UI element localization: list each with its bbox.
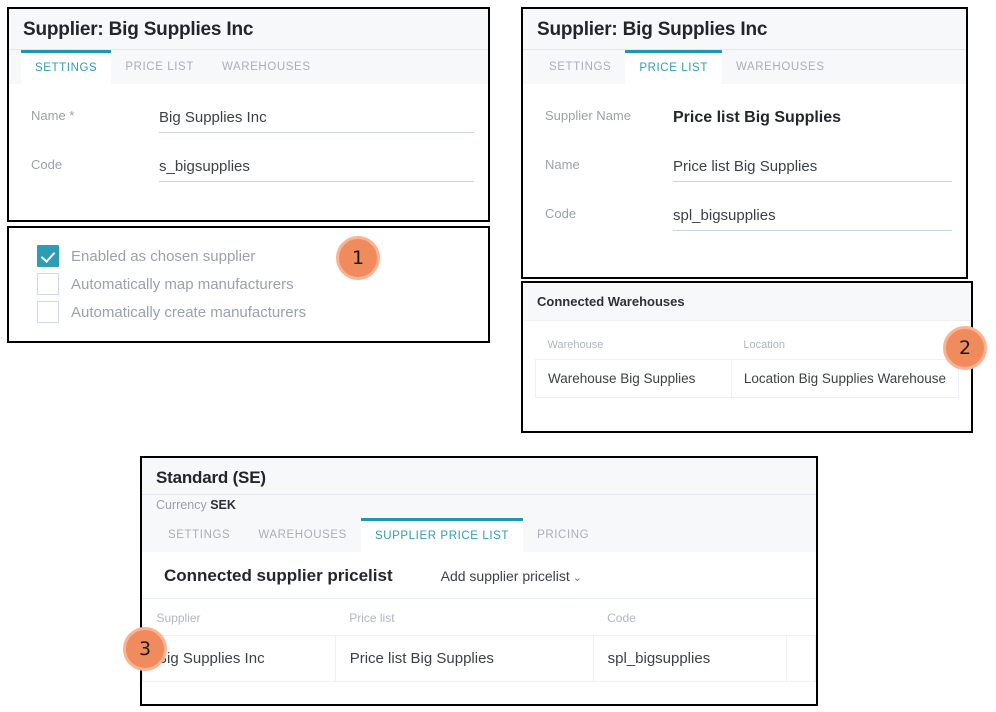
column-header-warehouse: Warehouse bbox=[547, 339, 604, 351]
field-row-name: Name * Big Supplies Inc bbox=[9, 84, 488, 133]
add-supplier-pricelist-label: Add supplier pricelist bbox=[440, 568, 570, 584]
cell-code: spl_bigsupplies bbox=[592, 635, 788, 682]
cell-price-list: Price list Big Supplies bbox=[334, 635, 594, 682]
tab-settings[interactable]: SETTINGS bbox=[21, 50, 112, 84]
panel-header: Supplier: Big Supplies Inc bbox=[9, 9, 488, 50]
tab-warehouses[interactable]: WAREHOUSES bbox=[722, 50, 839, 84]
currency-label: Currency bbox=[156, 498, 207, 512]
checkbox-label: Automatically map manufacturers bbox=[71, 275, 294, 293]
tabbar-supplier-price-list: SETTINGS PRICE LIST WAREHOUSES bbox=[523, 50, 966, 84]
checkbox-label: Enabled as chosen supplier bbox=[71, 247, 256, 265]
cell-actions bbox=[786, 635, 816, 682]
field-row-code: Code spl_bigsupplies bbox=[523, 182, 966, 231]
tab-pricing[interactable]: PRICING bbox=[523, 518, 603, 552]
code-field-input[interactable]: s_bigsupplies bbox=[159, 158, 474, 182]
page-title: Supplier: Big Supplies Inc bbox=[23, 19, 254, 40]
name-field-label: Name bbox=[545, 157, 580, 172]
page-title: Standard (SE) bbox=[156, 468, 266, 487]
warehouses-table-wrap: Warehouse Location Warehouse Big Supplie… bbox=[523, 321, 971, 414]
column-header-supplier: Supplier bbox=[156, 611, 201, 625]
checkbox-unchecked-icon[interactable] bbox=[37, 273, 59, 295]
supplier-pricelist-table: Supplier Price list Code Big Supplies In… bbox=[142, 599, 816, 682]
column-header-price-list: Price list bbox=[349, 611, 395, 625]
tab-supplier-price-list[interactable]: SUPPLIER PRICE LIST bbox=[360, 518, 524, 552]
supplier-name-field-label: Supplier Name bbox=[545, 108, 631, 123]
callout-marker-3: 3 bbox=[123, 627, 167, 671]
tab-warehouses[interactable]: WAREHOUSES bbox=[208, 50, 325, 84]
supplier-price-list-tab-body: Connected supplier pricelist Add supplie… bbox=[142, 552, 816, 682]
checkbox-checked-icon[interactable] bbox=[37, 245, 59, 267]
code-field-input[interactable]: spl_bigsupplies bbox=[673, 207, 952, 231]
settings-tab-body: Name * Big Supplies Inc Code s_bigsuppli… bbox=[9, 84, 488, 182]
field-row-supplier-name: Supplier Name Price list Big Supplies bbox=[523, 84, 966, 133]
connected-pricelist-header: Connected supplier pricelist Add supplie… bbox=[142, 552, 816, 599]
add-supplier-pricelist-button[interactable]: Add supplier pricelist ⌄ bbox=[441, 568, 582, 584]
column-header-actions bbox=[787, 599, 816, 636]
page-title: Supplier: Big Supplies Inc bbox=[537, 19, 768, 40]
panel-supplier-options: Enabled as chosen supplier Automatically… bbox=[7, 226, 490, 343]
callout-marker-2: 2 bbox=[943, 326, 987, 370]
code-field-label: Code bbox=[545, 206, 577, 221]
tab-price-list[interactable]: PRICE LIST bbox=[111, 50, 208, 84]
tabbar-standard-se: SETTINGS WAREHOUSES SUPPLIER PRICE LIST … bbox=[142, 518, 816, 552]
column-header-location: Location bbox=[743, 339, 785, 351]
checkbox-row-automatically-create-manufacturers[interactable]: Automatically create manufacturers bbox=[37, 298, 488, 326]
cell-supplier: Big Supplies Inc bbox=[142, 635, 336, 682]
supplier-name-field-value: Price list Big Supplies bbox=[673, 109, 842, 126]
table-header-row: Warehouse Location bbox=[536, 329, 959, 360]
column-header-code: Code bbox=[607, 611, 636, 625]
checkbox-list: Enabled as chosen supplier Automatically… bbox=[9, 228, 488, 341]
price-list-tab-body: Supplier Name Price list Big Supplies Na… bbox=[523, 84, 966, 231]
name-field-input[interactable]: Price list Big Supplies bbox=[673, 158, 952, 182]
panel-header: Standard (SE) bbox=[142, 458, 816, 495]
table-row[interactable]: Warehouse Big Supplies Location Big Supp… bbox=[535, 359, 960, 398]
tab-settings[interactable]: SETTINGS bbox=[154, 518, 244, 552]
callout-number: 1 bbox=[351, 247, 365, 269]
tabbar-supplier-settings: SETTINGS PRICE LIST WAREHOUSES bbox=[9, 50, 488, 84]
callout-number: 2 bbox=[958, 337, 972, 359]
panel-supplier-settings: Supplier: Big Supplies Inc SETTINGS PRIC… bbox=[7, 7, 490, 222]
connected-pricelist-title: Connected supplier pricelist bbox=[164, 566, 393, 585]
code-field-label: Code bbox=[31, 157, 63, 172]
panel-connected-warehouses: Connected Warehouses Warehouse Location … bbox=[521, 281, 973, 433]
panel-standard-se: Standard (SE) Currency SEK SETTINGS WARE… bbox=[140, 456, 818, 706]
tab-settings[interactable]: SETTINGS bbox=[535, 50, 625, 84]
cell-warehouse: Warehouse Big Supplies bbox=[535, 359, 732, 398]
currency-value: SEK bbox=[210, 498, 236, 512]
name-field-input[interactable]: Big Supplies Inc bbox=[159, 109, 474, 133]
warehouses-table: Warehouse Location Warehouse Big Supplie… bbox=[535, 329, 960, 398]
checkbox-label: Automatically create manufacturers bbox=[71, 303, 307, 321]
checkbox-row-enabled-as-chosen-supplier[interactable]: Enabled as chosen supplier bbox=[37, 242, 488, 270]
checkbox-unchecked-icon[interactable] bbox=[37, 301, 59, 323]
currency-line: Currency SEK bbox=[142, 495, 816, 518]
callout-number: 3 bbox=[138, 638, 152, 660]
chevron-down-icon: ⌄ bbox=[572, 572, 582, 584]
panel-header: Supplier: Big Supplies Inc bbox=[523, 9, 966, 50]
callout-marker-1: 1 bbox=[336, 236, 380, 280]
table-row[interactable]: Big Supplies Inc Price list Big Supplies… bbox=[142, 635, 816, 682]
name-field-label: Name * bbox=[31, 108, 75, 123]
table-header-row: Supplier Price list Code bbox=[143, 599, 816, 636]
field-row-code: Code s_bigsupplies bbox=[9, 133, 488, 182]
field-row-name: Name Price list Big Supplies bbox=[523, 133, 966, 182]
tab-warehouses[interactable]: WAREHOUSES bbox=[244, 518, 361, 552]
checkbox-row-automatically-map-manufacturers[interactable]: Automatically map manufacturers bbox=[37, 270, 488, 298]
connected-warehouses-title: Connected Warehouses bbox=[523, 283, 971, 321]
panel-supplier-price-list: Supplier: Big Supplies Inc SETTINGS PRIC… bbox=[521, 7, 968, 279]
cell-location: Location Big Supplies Warehouse bbox=[730, 359, 960, 398]
tab-price-list[interactable]: PRICE LIST bbox=[625, 50, 722, 84]
